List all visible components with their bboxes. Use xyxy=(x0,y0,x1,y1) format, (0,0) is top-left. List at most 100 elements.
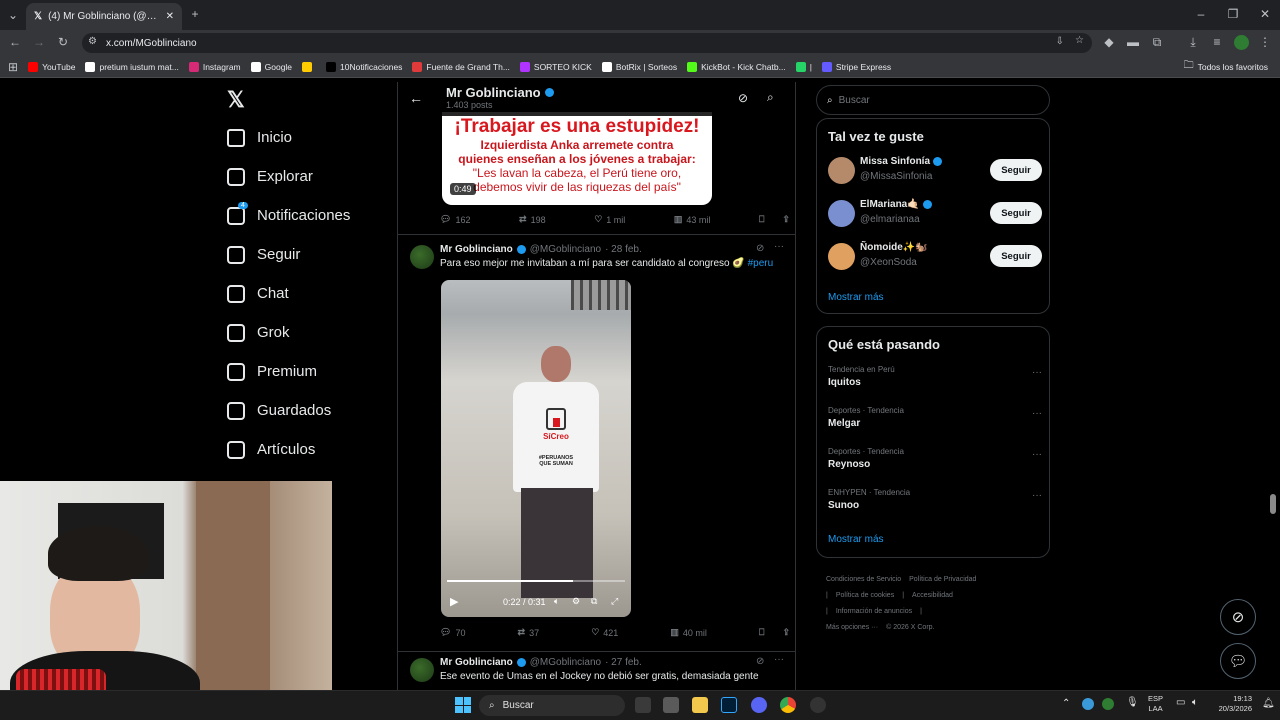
search-input[interactable]: ⌕ Buscar xyxy=(816,85,1050,115)
bookmark-icon[interactable]: ⎕ xyxy=(759,627,764,638)
site-info-icon[interactable]: ⚙ xyxy=(88,36,97,47)
more-options-icon[interactable]: ··· xyxy=(774,654,784,665)
extension-icon[interactable]: ▬ xyxy=(1126,35,1140,49)
avatar[interactable] xyxy=(410,245,434,269)
tweet-author[interactable]: Mr Goblinciano @MGoblinciano · 27 feb. xyxy=(440,657,642,668)
trend-item[interactable]: Tendencia en Perú Iquitos ··· xyxy=(828,365,1042,388)
settings-icon[interactable]: ⚙ xyxy=(572,596,580,607)
bookmark-item[interactable]: Stripe Express xyxy=(821,61,891,72)
grok-icon[interactable]: ⊘ xyxy=(738,91,748,105)
notifications-icon[interactable]: 🔔︎ xyxy=(1262,698,1275,709)
reload-icon[interactable]: ↻ xyxy=(56,35,70,49)
chat-float-icon[interactable]: 💬︎ xyxy=(1220,643,1256,679)
footer-link[interactable]: Política de cookies xyxy=(836,592,894,599)
file-explorer-icon[interactable] xyxy=(692,697,708,713)
follow-button[interactable]: Seguir xyxy=(990,245,1042,267)
forward-icon[interactable]: → xyxy=(32,35,46,49)
like-button[interactable]: ♡ 1 mil xyxy=(594,214,625,225)
footer-link[interactable]: © 2026 X Corp. xyxy=(886,624,934,631)
back-icon[interactable]: ← xyxy=(8,35,22,49)
profile-avatar[interactable] xyxy=(1234,35,1249,50)
nav-item-chat[interactable]: Chat xyxy=(218,274,398,313)
video-progress-track[interactable] xyxy=(447,580,625,582)
grok-float-icon[interactable]: ⊘ xyxy=(1220,599,1256,635)
nav-item-grok[interactable]: Grok xyxy=(218,313,398,352)
minimize-icon[interactable]: – xyxy=(1194,7,1208,21)
tweet[interactable]: Mr Goblinciano @MGoblinciano · 28 feb. ⊘ … xyxy=(398,235,795,652)
task-view-icon[interactable] xyxy=(635,697,651,713)
bookmark-star-icon[interactable]: ☆ xyxy=(1075,35,1084,46)
search-icon[interactable]: ⌕ xyxy=(767,90,774,105)
clock[interactable]: 19:13 20/3/2026 xyxy=(1212,694,1252,714)
more-options-icon[interactable]: ··· xyxy=(1032,449,1042,460)
more-options-icon[interactable]: ··· xyxy=(774,241,784,252)
bookmark-item[interactable]: YouTube xyxy=(28,61,75,72)
suggested-account[interactable]: Ñomoide✨🐿️ @XeonSoda Seguir xyxy=(828,239,1042,275)
bookmark-item[interactable]: Instagram xyxy=(188,61,241,72)
nav-item-explorar[interactable]: Explorar xyxy=(218,157,398,196)
more-options-icon[interactable]: ··· xyxy=(1032,367,1042,378)
omnibox[interactable]: ⚙ x.com/MGoblinciano ⇩ ☆ xyxy=(82,33,1092,53)
maximize-icon[interactable]: ❐ xyxy=(1226,7,1240,21)
nav-item-artículos[interactable]: Artículos xyxy=(218,430,398,469)
scrollbar-thumb[interactable] xyxy=(1270,494,1276,514)
tray-icon[interactable] xyxy=(1082,698,1094,710)
bookmark-item[interactable] xyxy=(302,61,316,72)
all-bookmarks[interactable]: 🗀 Todos los favoritos xyxy=(1184,58,1268,75)
more-options-icon[interactable]: ··· xyxy=(1032,408,1042,419)
bookmark-item[interactable]: BotRix | Sorteos xyxy=(601,61,677,72)
footer-link[interactable]: Política de Privacidad xyxy=(909,576,976,583)
play-icon[interactable]: ▶ xyxy=(450,595,458,608)
suggested-account[interactable]: ElMariana🤙🏻 @elmarianaa Seguir xyxy=(828,196,1042,232)
tweet-author[interactable]: Mr Goblinciano @MGoblinciano · 28 feb. xyxy=(440,244,642,255)
back-arrow-icon[interactable]: ← xyxy=(409,90,423,106)
grok-icon[interactable]: ⊘ xyxy=(756,243,764,254)
nav-item-seguir[interactable]: Seguir xyxy=(218,235,398,274)
repost-button[interactable]: ⇄ 198 xyxy=(519,214,546,225)
microphone-icon[interactable]: 🎙︎ xyxy=(1126,697,1139,708)
bookmark-item[interactable]: | xyxy=(795,61,812,72)
extension-icon[interactable]: ◆ xyxy=(1102,35,1116,49)
nav-item-inicio[interactable]: Inicio xyxy=(218,118,398,157)
reply-button[interactable]: 💬︎ 162 xyxy=(440,214,470,225)
bookmark-item[interactable]: 10Notificaciones xyxy=(326,61,402,72)
tab-search-icon[interactable]: ⌄ xyxy=(6,8,20,22)
close-tab-icon[interactable]: ✕ xyxy=(166,11,174,22)
nav-item-notificaciones[interactable]: 4 Notificaciones xyxy=(218,196,398,235)
install-app-icon[interactable]: ⇩ xyxy=(1056,36,1064,47)
bookmark-item[interactable]: KickBot - Kick Chatb... xyxy=(687,61,786,72)
x-logo-icon[interactable]: 𝕏 xyxy=(218,82,398,118)
volume-icon[interactable]: 🔈︎ xyxy=(1192,697,1198,708)
nav-item-guardados[interactable]: Guardados xyxy=(218,391,398,430)
extensions-puzzle-icon[interactable]: ⧉ xyxy=(1150,35,1164,49)
new-tab-icon[interactable]: + xyxy=(188,7,202,21)
app-icon[interactable] xyxy=(663,697,679,713)
bookmark-item[interactable]: pretium iustum mat... xyxy=(85,61,179,72)
trend-item[interactable]: Deportes · Tendencia Reynoso ··· xyxy=(828,447,1042,470)
tweet-video[interactable]: ¡Trabajar es una estupidez! Izquierdista… xyxy=(442,112,712,205)
more-options-icon[interactable]: ··· xyxy=(1032,490,1042,501)
chrome-icon[interactable] xyxy=(780,697,796,713)
app-icon[interactable] xyxy=(810,697,826,713)
bookmark-icon[interactable]: ⎕ xyxy=(759,214,764,225)
nav-item-premium[interactable]: Premium xyxy=(218,352,398,391)
avatar[interactable] xyxy=(410,658,434,682)
footer-link[interactable]: Accesibilidad xyxy=(912,592,953,599)
download-icon[interactable]: ⤓ xyxy=(1186,35,1200,49)
footer-link[interactable]: Más opciones ··· xyxy=(826,624,878,631)
volume-icon[interactable]: 🔈︎ xyxy=(554,596,559,607)
bookmark-item[interactable]: Google xyxy=(250,61,292,72)
avatar[interactable] xyxy=(828,200,855,227)
views-button[interactable]: ▥ 40 mil xyxy=(670,627,707,638)
avatar[interactable] xyxy=(828,157,855,184)
tray-chevron-icon[interactable]: ⌃ xyxy=(1062,698,1070,709)
taskbar-search[interactable]: ⌕ Buscar xyxy=(479,695,625,716)
views-button[interactable]: ▥ 43 mil xyxy=(674,214,711,225)
reading-list-icon[interactable]: ≡ xyxy=(1210,35,1224,49)
hashtag-link[interactable]: #peru xyxy=(748,258,774,269)
footer-link[interactable]: Condiciones de Servicio xyxy=(826,576,901,583)
bookmark-item[interactable]: SORTEO KICK xyxy=(519,61,592,72)
pip-icon[interactable]: ⧉ xyxy=(591,596,597,607)
bookmark-item[interactable]: Fuente de Grand Th... xyxy=(412,61,510,72)
avatar[interactable] xyxy=(828,243,855,270)
